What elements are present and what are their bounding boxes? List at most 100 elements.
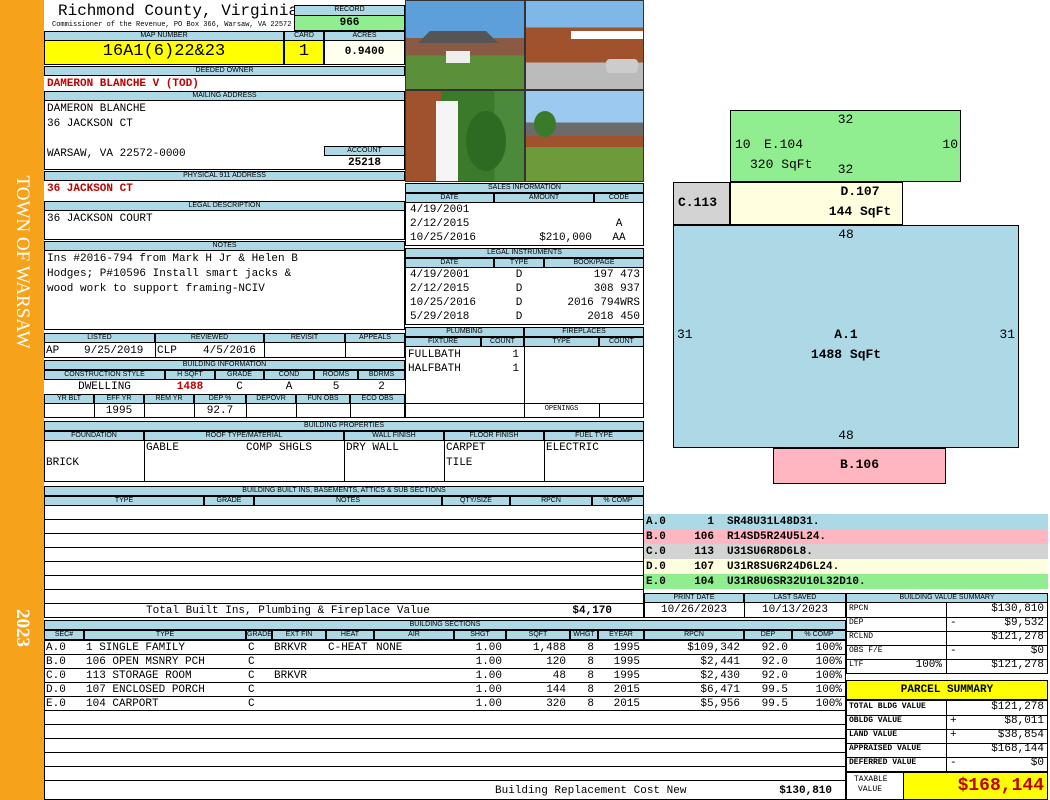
sec-rpcn: $2,430: [700, 670, 740, 682]
vs-label: LTF: [849, 660, 864, 669]
sections-row-line: [44, 682, 846, 683]
sections-row-line: [44, 696, 846, 697]
sec-shgt: 1.00: [475, 656, 502, 668]
bdrms-value: 2: [378, 381, 385, 393]
sec-col-dep: DEP: [744, 630, 792, 640]
plumbing-fixture: FULLBATH: [408, 349, 461, 361]
foundation-value: BRICK: [46, 457, 80, 469]
sections-row-line: [44, 766, 846, 767]
legend-number: 113: [694, 546, 714, 558]
ps-label: APPRAISED VALUE: [849, 744, 922, 753]
instr-type: D: [515, 283, 523, 295]
notes-line3: wood work to support framing-NCIV: [47, 283, 265, 295]
sec-sec: D.0: [46, 684, 66, 696]
sales-amount: $210,000: [539, 232, 592, 244]
house-photo-4[interactable]: [525, 90, 644, 182]
house-photo-1[interactable]: [405, 0, 525, 90]
sec-eyear: 2015: [613, 684, 640, 696]
instr-date: 5/29/2018: [410, 311, 470, 323]
sections-row-line: [44, 668, 846, 669]
sec-comp: 100%: [815, 684, 842, 696]
legend-number: 107: [694, 561, 714, 573]
sec-dep: 92.0: [761, 656, 788, 668]
roof-material-value: COMP SHGLS: [246, 442, 313, 454]
floor-value-1: CARPET: [446, 442, 486, 454]
vs-label: DEP: [849, 618, 864, 627]
sections-row-line: [44, 654, 846, 655]
rooms-value: 5: [332, 381, 340, 393]
instr-type: D: [515, 269, 523, 281]
legend-path: U31SU6R8D6L8.: [727, 546, 813, 558]
sales-code: A: [615, 218, 623, 230]
sketch-e-right: 10: [942, 137, 958, 152]
tax-year: 2023: [12, 609, 33, 647]
sketch-e-bottom: 32: [837, 162, 854, 177]
hsqft-col: H SQFT: [165, 370, 215, 380]
physical-label: PHYSICAL 911 ADDRESS: [44, 171, 405, 181]
hsqft-value: 1488: [176, 381, 204, 393]
cond-col: COND: [264, 370, 314, 380]
plumbing-label: PLUMBING: [405, 327, 524, 337]
sec-dep: 99.5: [761, 698, 788, 710]
card-value: 1: [298, 42, 310, 61]
sections-label: BUILDING SECTIONS: [44, 620, 846, 630]
sec-rpcn: $2,441: [700, 656, 740, 668]
floor-value-2: TILE: [446, 457, 473, 469]
sec-col-heat: HEAT: [326, 630, 374, 640]
style-col: CONSTRUCTION STYLE: [44, 370, 165, 380]
sketch-d-label: D.107: [840, 184, 880, 199]
sec-grade: C: [248, 670, 255, 682]
legend-path: U31R8SU6R24D6L24.: [727, 561, 840, 573]
sec-comp: 100%: [815, 656, 842, 668]
ps-value: $8,011: [1004, 715, 1044, 727]
sec-col-type: TYPE: [84, 630, 246, 640]
sec-sec: B.0: [46, 656, 66, 668]
sales-label: SALES INFORMATION: [405, 183, 644, 193]
sections-row-line: [44, 724, 846, 725]
builtins-row-line: [44, 519, 644, 520]
instr-book: 197 473: [593, 269, 640, 281]
construction-style: DWELLING: [78, 381, 131, 393]
house-photo-2[interactable]: [525, 0, 644, 90]
instr-type: D: [515, 311, 523, 323]
county-title: Richmond County, Virginia: [58, 2, 299, 20]
sketch-c-label: C.113: [678, 195, 718, 210]
sales-date: 2/12/2015: [410, 218, 470, 230]
last-saved: 10/13/2023: [761, 604, 828, 616]
legend-section: C.0: [646, 546, 666, 558]
commissioner-address: Commissioner of the Revenue, PO Box 366,…: [52, 21, 292, 29]
mailing-line3: WARSAW, VA 22572-0000: [47, 148, 186, 160]
ps-label: TOTAL BLDG VALUE: [849, 702, 926, 711]
legend-path: R14SD5R24U5L24.: [727, 531, 827, 543]
listed-date: 9/25/2019: [84, 345, 144, 357]
builtins-row-line: [44, 533, 644, 534]
sec-comp: 100%: [815, 698, 842, 710]
sec-grade: C: [248, 656, 255, 668]
vs-value: $0: [1030, 645, 1044, 657]
sec-grade: C: [248, 698, 255, 710]
wall-value: DRY WALL: [346, 442, 399, 454]
vs-value: $130,810: [991, 603, 1044, 615]
builtins-row-line: [44, 575, 644, 576]
cond-value: A: [285, 381, 293, 393]
notes-line2: Hodges; P#10596 Install smart jacks &: [47, 268, 292, 280]
house-photo-3[interactable]: [405, 90, 525, 182]
side-band: [0, 0, 44, 800]
fireplaces-label: FIREPLACES: [524, 327, 644, 337]
sketch-e-label: E.104: [764, 137, 804, 152]
sec-dep: 92.0: [761, 642, 788, 654]
sketch-b-label: B.106: [839, 457, 879, 472]
reviewed-date: 4/5/2016: [203, 345, 256, 357]
grade-value: C: [236, 381, 243, 393]
rooms-col: ROOMS: [314, 370, 358, 380]
ps-divider: [946, 700, 947, 772]
physical-address: 36 JACKSON CT: [47, 183, 133, 195]
owner-label: DEEDED OWNER: [44, 66, 405, 76]
sections-row-line: [44, 710, 846, 711]
sec-col-grade: GRADE: [246, 630, 272, 640]
ps-value: $168,144: [991, 743, 1044, 755]
lister: AP: [46, 345, 60, 357]
sec-whgt: 8: [587, 670, 594, 682]
sections-row-line: [44, 738, 846, 739]
ps-value: $38,854: [997, 729, 1044, 741]
